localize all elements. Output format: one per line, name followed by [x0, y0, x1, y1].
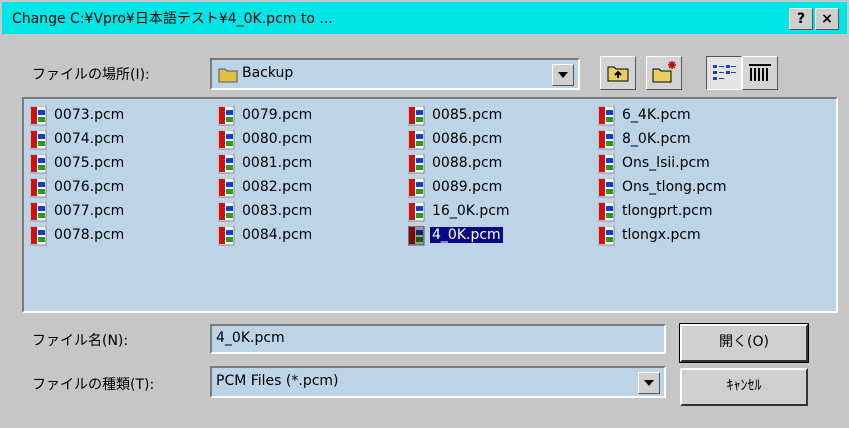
new-folder-icon	[652, 61, 676, 83]
pcm-file-icon	[217, 153, 236, 174]
pcm-file-icon	[29, 201, 48, 222]
file-name: 0089.pcm	[432, 179, 503, 195]
file-name: Ons_lsii.pcm	[622, 155, 710, 171]
file-name: 16_0K.pcm	[432, 203, 510, 219]
pcm-file-icon	[217, 201, 236, 222]
pcm-file-icon	[217, 129, 236, 150]
file-name: 0076.pcm	[54, 179, 125, 195]
list-view-button[interactable]	[706, 56, 742, 90]
up-folder-button[interactable]	[600, 56, 636, 90]
file-name: 0077.pcm	[54, 203, 125, 219]
filetype-dropdown-arrow[interactable]	[638, 372, 660, 394]
title-bar[interactable]: Change C:¥Vpro¥日本語テスト¥4_0K.pcm to ... ? …	[2, 2, 847, 34]
pcm-file-icon	[597, 201, 616, 222]
pcm-file-icon	[407, 153, 426, 174]
pcm-file-icon	[29, 225, 48, 246]
pcm-file-icon	[597, 129, 616, 150]
file-name: 0080.pcm	[242, 131, 313, 147]
window-title: Change C:¥Vpro¥日本語テスト¥4_0K.pcm to ...	[12, 11, 333, 27]
file-name: 0073.pcm	[54, 107, 125, 123]
close-button[interactable]: ×	[815, 8, 839, 30]
file-name: 0079.pcm	[242, 107, 313, 123]
location-label: ファイルの場所(I):	[32, 67, 150, 83]
pcm-file-icon	[217, 225, 236, 246]
file-name: 0085.pcm	[432, 107, 503, 123]
file-list[interactable]: 0073.pcm 0074.pcm 0075.pcm 0076.pcm 0077.pcm…	[22, 97, 838, 313]
file-name: 0083.pcm	[242, 203, 313, 219]
folder-icon	[218, 68, 238, 83]
file-name: 0081.pcm	[242, 155, 313, 171]
help-button[interactable]: ?	[789, 8, 813, 30]
location-combo[interactable]: Backup	[210, 58, 580, 90]
file-name: 0086.pcm	[432, 131, 503, 147]
filetype-combo[interactable]: PCM Files (*.pcm)	[210, 366, 666, 398]
open-file-dialog: Change C:¥Vpro¥日本語テスト¥4_0K.pcm to ... ? …	[0, 0, 849, 428]
filetype-value: PCM Files (*.pcm)	[216, 373, 339, 389]
filename-input[interactable]: 4_0K.pcm	[210, 324, 666, 354]
file-name: 0074.pcm	[54, 131, 125, 147]
file-name: 0078.pcm	[54, 227, 125, 243]
location-dropdown-arrow[interactable]	[552, 64, 574, 86]
pcm-file-icon	[407, 201, 426, 222]
file-name: tlongx.pcm	[622, 227, 701, 243]
pcm-file-icon	[597, 177, 616, 198]
new-folder-button[interactable]	[646, 56, 682, 90]
pcm-file-icon	[597, 225, 616, 246]
file-name: 0084.pcm	[242, 227, 313, 243]
pcm-file-icon	[407, 105, 426, 126]
pcm-file-icon	[217, 105, 236, 126]
pcm-file-icon	[597, 153, 616, 174]
open-button[interactable]: 開く(O)	[679, 323, 809, 363]
pcm-file-icon	[407, 129, 426, 150]
list-view-icon	[713, 65, 736, 80]
file-name: 0082.pcm	[242, 179, 313, 195]
location-value: Backup	[242, 65, 294, 81]
details-view-icon	[749, 64, 771, 81]
filetype-label: ファイルの種類(T):	[32, 377, 155, 393]
file-name: 8_0K.pcm	[622, 131, 691, 147]
filename-label: ファイル名(N):	[32, 333, 129, 349]
pcm-file-icon	[407, 225, 426, 246]
cancel-button[interactable]: ｷｬﾝｾﾙ	[680, 368, 808, 406]
pcm-file-icon	[407, 177, 426, 198]
file-name: tlongprt.pcm	[622, 203, 713, 219]
file-name: 4_0K.pcm	[430, 227, 503, 243]
pcm-file-icon	[29, 129, 48, 150]
pcm-file-icon	[29, 177, 48, 198]
pcm-file-icon	[217, 177, 236, 198]
filename-value: 4_0K.pcm	[216, 330, 285, 346]
file-name: 0088.pcm	[432, 155, 503, 171]
pcm-file-icon	[29, 105, 48, 126]
file-name: 0075.pcm	[54, 155, 125, 171]
file-name: 6_4K.pcm	[622, 107, 691, 123]
pcm-file-icon	[29, 153, 48, 174]
details-view-button[interactable]	[742, 56, 778, 90]
pcm-file-icon	[597, 105, 616, 126]
file-name: Ons_tlong.pcm	[622, 179, 727, 195]
up-folder-icon	[607, 66, 629, 82]
